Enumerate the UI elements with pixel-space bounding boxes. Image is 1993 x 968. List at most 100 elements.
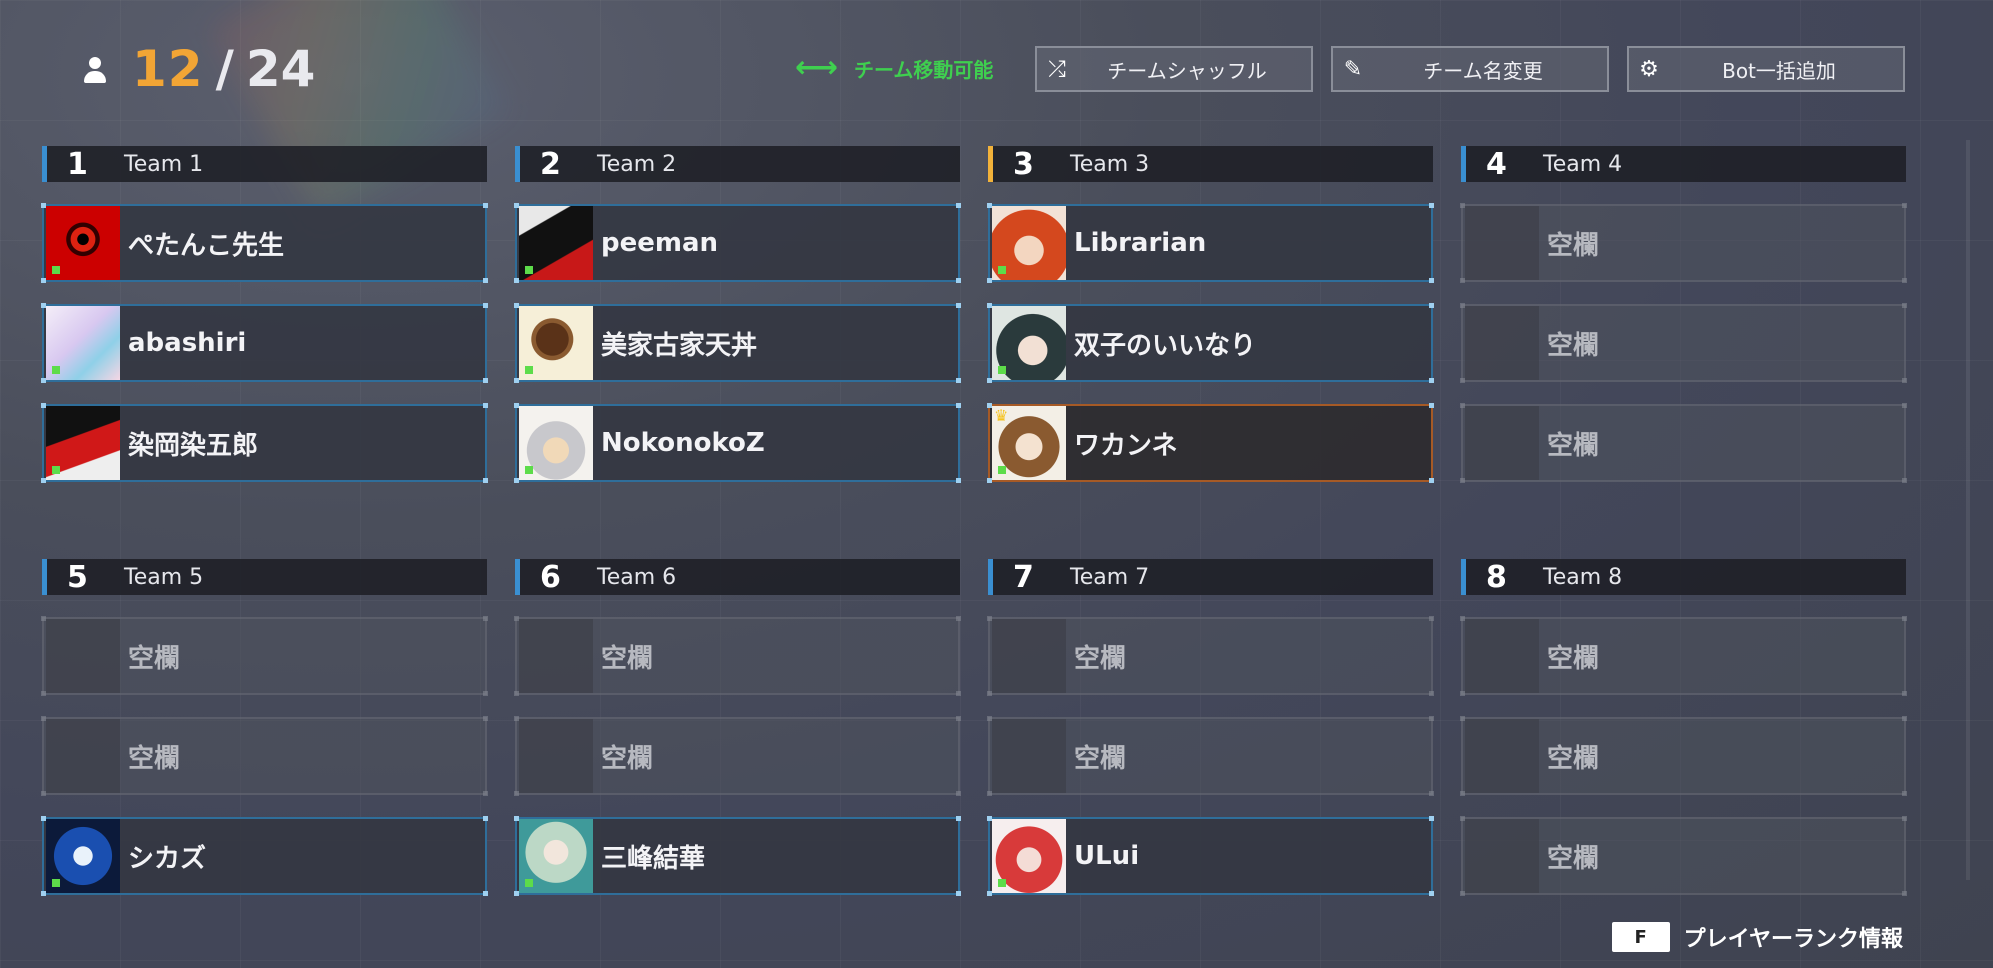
online-status-icon (998, 466, 1006, 474)
player-name: Librarian (1074, 228, 1207, 258)
team-header[interactable]: 1 Team 1 (42, 146, 487, 182)
player-slot-host[interactable]: ♛ ワカンネ (987, 403, 1434, 483)
empty-slot[interactable]: 空欄 (1460, 716, 1907, 796)
team-header[interactable]: 7 Team 7 (988, 559, 1433, 595)
empty-avatar (46, 619, 120, 693)
online-status-icon (998, 366, 1006, 374)
add-bots-button[interactable]: ⚙ Bot一括追加 (1627, 46, 1905, 92)
online-status-icon (52, 466, 60, 474)
empty-slot[interactable]: 空欄 (1460, 303, 1907, 383)
online-status-icon (525, 366, 533, 374)
empty-slot-label: 空欄 (601, 643, 654, 674)
empty-avatar (1465, 619, 1539, 693)
team-4-panel: 4 Team 4 空欄 空欄 空欄 (1460, 146, 1907, 483)
empty-slot-label: 空欄 (1547, 430, 1600, 461)
player-slot[interactable]: peeman (514, 203, 961, 283)
player-slot[interactable]: 染岡染五郎 (41, 403, 488, 483)
team-header[interactable]: 8 Team 8 (1461, 559, 1906, 595)
scrollbar[interactable] (1966, 140, 1970, 880)
player-count: 12 / 24 (80, 40, 315, 98)
empty-slot[interactable]: 空欄 (987, 616, 1434, 696)
team-rename-label: チーム名変更 (1423, 58, 1543, 83)
team-number: 6 (540, 559, 561, 595)
shuffle-icon: ⤮ (1048, 56, 1066, 82)
team-shuffle-label: チームシャッフル (1107, 58, 1267, 83)
avatar (992, 306, 1066, 380)
empty-avatar (1465, 206, 1539, 280)
player-name: 双子のいいなり (1074, 330, 1257, 361)
team-header[interactable]: 3 Team 3 (988, 146, 1433, 182)
avatar (519, 206, 593, 280)
player-rank-info-hint[interactable]: F プレイヤーランク情報 (1611, 921, 1903, 953)
team-number: 8 (1486, 559, 1507, 595)
team-header[interactable]: 2 Team 2 (515, 146, 960, 182)
team-number: 1 (67, 146, 88, 182)
double-arrow-icon: ⟷ (795, 50, 839, 85)
player-slot[interactable]: abashiri (41, 303, 488, 383)
online-status-icon (52, 366, 60, 374)
player-name: 美家古家天丼 (601, 330, 758, 361)
player-slot[interactable]: 双子のいいなり (987, 303, 1434, 383)
add-bots-label: Bot一括追加 (1722, 58, 1836, 83)
empty-slot[interactable]: 空欄 (41, 616, 488, 696)
player-slot[interactable]: 美家古家天丼 (514, 303, 961, 383)
team-number: 7 (1013, 559, 1034, 595)
empty-avatar (992, 719, 1066, 793)
key-f-hint: F (1611, 922, 1670, 952)
empty-slot[interactable]: 空欄 (1460, 616, 1907, 696)
team-header[interactable]: 4 Team 4 (1461, 146, 1906, 182)
player-slot[interactable]: 三峰結華 (514, 816, 961, 896)
empty-avatar (1465, 719, 1539, 793)
empty-slot[interactable]: 空欄 (1460, 816, 1907, 896)
team-shuffle-button[interactable]: ⤮ チームシャッフル (1035, 46, 1313, 92)
empty-slot[interactable]: 空欄 (514, 716, 961, 796)
team-move-status: ⟷ チーム移動可能 (795, 53, 993, 83)
team-number: 3 (1013, 146, 1034, 182)
empty-slot[interactable]: 空欄 (1460, 203, 1907, 283)
empty-slot-label: 空欄 (1547, 843, 1600, 874)
empty-slot[interactable]: 空欄 (41, 716, 488, 796)
player-rank-info-label: プレイヤーランク情報 (1683, 927, 1903, 952)
online-status-icon (52, 266, 60, 274)
current-player-count: 12 (132, 40, 204, 98)
empty-slot-label: 空欄 (1074, 743, 1127, 774)
player-slot[interactable]: ぺたんこ先生 (41, 203, 488, 283)
team-name: Team 5 (124, 564, 204, 590)
team-name: Team 3 (1070, 151, 1150, 177)
player-name: abashiri (128, 328, 247, 358)
empty-slot-label: 空欄 (128, 643, 181, 674)
empty-slot[interactable]: 空欄 (987, 716, 1434, 796)
team-move-status-label: チーム移動可能 (854, 57, 994, 82)
count-separator: / (215, 40, 234, 98)
player-name: 三峰結華 (601, 843, 706, 874)
avatar (992, 819, 1066, 893)
player-slot[interactable]: Librarian (987, 203, 1434, 283)
avatar: ♛ (992, 406, 1066, 480)
team-number: 2 (540, 146, 561, 182)
avatar (46, 306, 120, 380)
team-8-panel: 8 Team 8 空欄 空欄 空欄 (1460, 559, 1907, 896)
empty-avatar (46, 719, 120, 793)
empty-slot-label: 空欄 (1074, 643, 1127, 674)
team-header[interactable]: 5 Team 5 (42, 559, 487, 595)
team-name: Team 7 (1070, 564, 1150, 590)
player-name: シカズ (128, 843, 207, 874)
empty-slot[interactable]: 空欄 (514, 616, 961, 696)
empty-avatar (992, 619, 1066, 693)
bot-icon: ⚙ (1639, 56, 1659, 82)
empty-slot[interactable]: 空欄 (1460, 403, 1907, 483)
online-status-icon (998, 879, 1006, 887)
player-slot[interactable]: NokonokoZ (514, 403, 961, 483)
player-slot[interactable]: シカズ (41, 816, 488, 896)
player-name: NokonokoZ (601, 428, 765, 458)
team-rename-button[interactable]: ✎ チーム名変更 (1331, 46, 1609, 92)
team-header[interactable]: 6 Team 6 (515, 559, 960, 595)
crown-icon: ♛ (994, 406, 1009, 425)
player-slot[interactable]: ULui (987, 816, 1434, 896)
team-1-panel: 1 Team 1 ぺたんこ先生 abashiri 染岡染五郎 (41, 146, 488, 483)
team-name: Team 2 (597, 151, 677, 177)
online-status-icon (525, 879, 533, 887)
empty-slot-label: 空欄 (1547, 330, 1600, 361)
player-name: peeman (601, 228, 719, 258)
empty-avatar (519, 719, 593, 793)
